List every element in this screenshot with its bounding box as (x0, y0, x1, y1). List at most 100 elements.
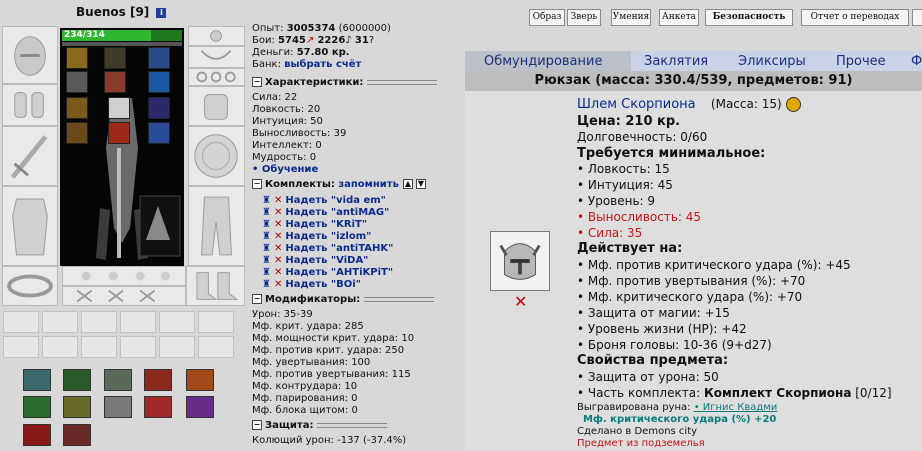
bank-link[interactable]: выбрать счёт (284, 59, 361, 70)
item-image[interactable] (490, 231, 550, 291)
scroll-slot-7[interactable] (3, 336, 39, 358)
profile-button[interactable]: Анкета (659, 9, 699, 26)
delete-set-icon[interactable]: ✕ (274, 231, 282, 242)
gloves-slot[interactable] (188, 86, 245, 126)
training-link[interactable]: • Обучение (252, 164, 318, 175)
info-coin-icon[interactable] (785, 97, 801, 112)
tab-spells[interactable]: Заклятия (644, 54, 708, 69)
set-item[interactable]: ♜ ✕ Надеть "ViDA" (262, 255, 368, 266)
skills-button[interactable]: Умения (611, 9, 651, 26)
scroll-slot-8[interactable] (42, 336, 78, 358)
set-item[interactable]: ♜ ✕ Надеть "antiTAHK" (262, 243, 393, 254)
rune-slot-6[interactable] (148, 71, 170, 93)
weapon-slot[interactable] (2, 126, 58, 186)
spell-icon-8[interactable] (104, 396, 132, 418)
rune-link[interactable]: • Игнис Квадми (694, 402, 778, 413)
leggings-slot[interactable] (188, 186, 245, 266)
scroll-slot-2[interactable] (42, 311, 78, 333)
defense-header[interactable]: − Защита: (252, 420, 462, 432)
collapse-icon[interactable]: − (252, 179, 262, 189)
set-item[interactable]: ♜ ✕ Надеть "KRiT" (262, 219, 367, 230)
spell-icon-1[interactable] (23, 369, 51, 391)
money-row: Деньги: 57.80 кр. (252, 47, 350, 58)
delete-set-icon[interactable]: ✕ (274, 243, 282, 254)
scroll-slot-3[interactable] (81, 311, 117, 333)
delete-set-icon[interactable]: ✕ (274, 267, 282, 278)
armor-slot[interactable] (2, 186, 58, 266)
tab-equipment[interactable]: Обмундирование (484, 54, 602, 69)
scroll-slot-12[interactable] (198, 336, 234, 358)
dungeon-note: Предмет из подземелья (577, 438, 705, 449)
set-item[interactable]: ♜ ✕ Надеть "BOi" (262, 279, 361, 290)
spell-icon-4[interactable] (144, 369, 172, 391)
spell-icon-10[interactable] (186, 396, 214, 418)
rune-slot-10[interactable] (66, 122, 88, 144)
rune-slot-4[interactable] (66, 71, 88, 93)
delete-set-icon[interactable]: ✕ (274, 195, 282, 206)
rune-slot-3[interactable] (148, 47, 170, 69)
transfer-report-button[interactable]: Отчет о переводах (801, 9, 909, 26)
appearance-button[interactable]: Образ (529, 9, 565, 26)
delete-set-icon[interactable]: ✕ (274, 279, 282, 290)
spell-icon-9[interactable] (144, 396, 172, 418)
tab-elixirs[interactable]: Эликсиры (738, 54, 806, 69)
remember-set-link[interactable]: запомнить (338, 179, 399, 190)
spell-icon-11[interactable] (23, 424, 51, 446)
item-name-link[interactable]: Шлем Скорпиона (577, 97, 696, 112)
shield-slot[interactable] (188, 126, 245, 186)
rune-slot-5[interactable] (104, 71, 126, 93)
scroll-slot-4[interactable] (120, 311, 156, 333)
set-item[interactable]: ♜ ✕ Надеть "AHTiKPiT" (262, 267, 393, 278)
collapse-icon[interactable]: − (252, 77, 262, 87)
amulet-slots[interactable] (62, 266, 186, 286)
spell-icon-12[interactable] (63, 424, 91, 446)
rune-slot-8[interactable] (108, 97, 130, 119)
requirement-row: • Интуиция: 45 (577, 178, 673, 192)
pocket-slots[interactable] (62, 286, 186, 306)
delete-set-icon[interactable]: ✕ (274, 207, 282, 218)
belt-slot[interactable] (2, 266, 58, 306)
boots-slot[interactable] (186, 266, 245, 306)
scroll-slot-9[interactable] (81, 336, 117, 358)
collapse-icon[interactable]: − (252, 294, 262, 304)
spell-icon-6[interactable] (23, 396, 51, 418)
red-x-icon[interactable]: ✕ (514, 292, 527, 311)
helmet-slot[interactable] (2, 26, 58, 84)
earring-slot[interactable] (188, 26, 245, 46)
scroll-slot-5[interactable] (159, 311, 195, 333)
collapse-icon[interactable]: − (252, 420, 262, 430)
scroll-slot-1[interactable] (3, 311, 39, 333)
delete-set-icon[interactable]: ✕ (274, 255, 282, 266)
spell-icon-3[interactable] (104, 369, 132, 391)
rune-slot-2[interactable] (104, 47, 126, 69)
set-item[interactable]: ♜ ✕ Надеть "vida em" (262, 195, 386, 206)
necklace-slot[interactable] (188, 46, 245, 68)
scroll-slot-10[interactable] (120, 336, 156, 358)
more-button[interactable] (912, 9, 922, 26)
info-icon[interactable]: i (156, 7, 167, 18)
set-item[interactable]: ♜ ✕ Надеть "izlom" (262, 231, 371, 242)
rune-slot-12[interactable] (148, 122, 170, 144)
ring-slots[interactable] (188, 68, 245, 86)
rune-slot-1[interactable] (66, 47, 88, 69)
tab-next[interactable]: Ф (911, 54, 922, 69)
modifiers-header[interactable]: − Модификаторы: (252, 294, 462, 306)
bracers-slot[interactable] (2, 84, 58, 126)
set-item[interactable]: ♜ ✕ Надеть "antiMAG" (262, 207, 389, 218)
spell-icon-2[interactable] (63, 369, 91, 391)
rune-slot-9[interactable] (148, 97, 170, 119)
spell-icon-7[interactable] (63, 396, 91, 418)
spell-icon-5[interactable] (186, 369, 214, 391)
scroll-slot-6[interactable] (198, 311, 234, 333)
delete-set-icon[interactable]: ✕ (274, 219, 282, 230)
scroll-slot-11[interactable] (159, 336, 195, 358)
tab-other[interactable]: Прочее (836, 54, 886, 69)
characteristics-header[interactable]: − Характеристики: (252, 77, 462, 89)
protection-row: • Защита от урона: 50 (577, 370, 719, 384)
scroll-up-icon[interactable]: ▲ (402, 179, 413, 189)
security-button[interactable]: Безопасность (705, 9, 793, 26)
scroll-down-icon[interactable]: ▼ (415, 179, 426, 189)
pet-button[interactable]: Зверь (567, 9, 601, 26)
rune-slot-7[interactable] (66, 97, 88, 119)
rune-slot-11[interactable] (108, 122, 130, 144)
